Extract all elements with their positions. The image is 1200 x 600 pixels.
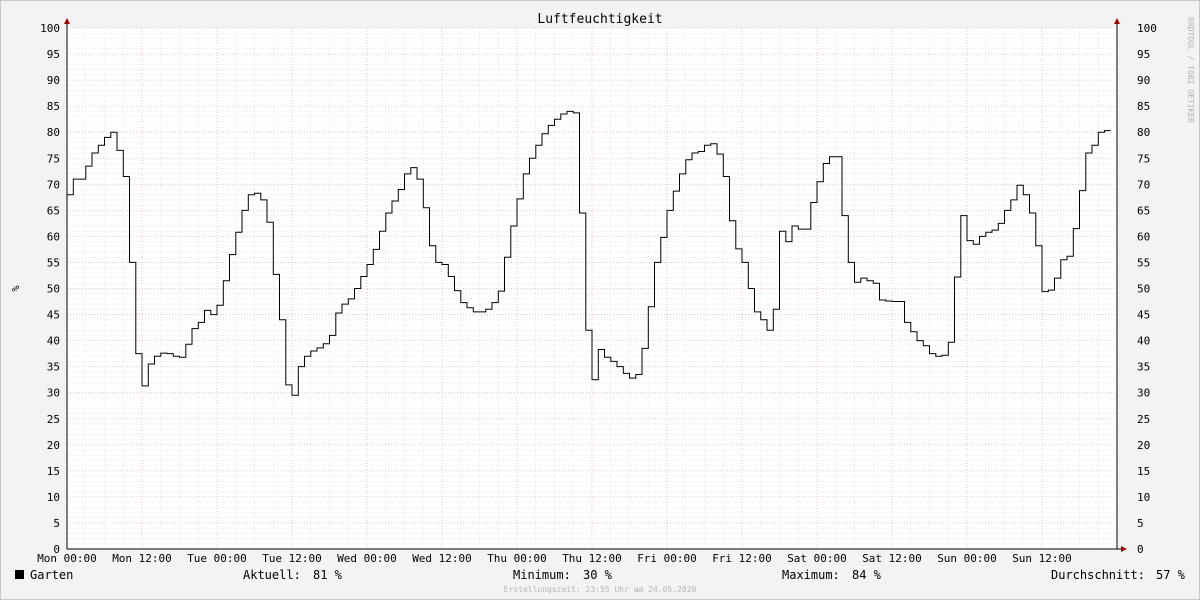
y-tick-label-right: 60 <box>1137 230 1150 243</box>
y-tick-label-left: 75 <box>47 152 60 165</box>
y-tick-label-right: 45 <box>1137 309 1150 322</box>
y-tick-label-left: 55 <box>47 256 60 269</box>
x-tick-label: Tue 12:00 <box>262 552 322 565</box>
y-tick-label-left: 45 <box>47 309 60 322</box>
y-tick-label-left: 40 <box>47 335 60 348</box>
x-axis-arrow <box>1121 546 1127 552</box>
y-tick-label-right: 80 <box>1137 126 1150 139</box>
y-tick-label-right: 75 <box>1137 152 1150 165</box>
x-tick-label: Mon 00:00 <box>37 552 97 565</box>
y-tick-label-right: 55 <box>1137 256 1150 269</box>
chart-title: Luftfeuchtigkeit <box>537 12 662 27</box>
y-axis-label: % <box>9 285 20 291</box>
y-tick-label-right: 15 <box>1137 465 1150 478</box>
y-tick-label-right: 70 <box>1137 178 1150 191</box>
x-tick-label: Sun 00:00 <box>937 552 997 565</box>
y-tick-label-left: 95 <box>47 48 60 61</box>
x-tick-label: Fri 00:00 <box>637 552 697 565</box>
legend-swatch <box>15 570 24 579</box>
x-tick-label: Thu 00:00 <box>487 552 547 565</box>
y-axis-arrow-left <box>64 18 70 24</box>
y-tick-label-left: 15 <box>47 465 60 478</box>
y-tick-label-left: 25 <box>47 413 60 426</box>
y-tick-label-left: 10 <box>47 491 60 504</box>
x-tick-label: Sat 00:00 <box>787 552 847 565</box>
y-tick-label-left: 60 <box>47 230 60 243</box>
y-tick-label-right: 90 <box>1137 74 1150 87</box>
x-tick-label: Tue 00:00 <box>187 552 247 565</box>
x-tick-label: Wed 00:00 <box>337 552 397 565</box>
x-tick-label: Sat 12:00 <box>862 552 922 565</box>
y-axis-arrow-right <box>1114 18 1120 24</box>
y-tick-label-right: 95 <box>1137 48 1150 61</box>
humidity-chart: 0 05 510 1015 1520 2025 2530 3035 3540 4045 4550 50… <box>9 12 1195 565</box>
y-tick-label-right: 40 <box>1137 335 1150 348</box>
legend-avg-value: 57 % <box>1156 568 1185 582</box>
legend-max-value: 84 % <box>852 568 881 582</box>
y-tick-label-left: 100 <box>40 22 60 35</box>
y-tick-label-left: 90 <box>47 74 60 87</box>
y-tick-label-left: 70 <box>47 178 60 191</box>
legend-max-label: Maximum: <box>782 568 840 582</box>
y-tick-label-right: 30 <box>1137 387 1150 400</box>
creation-time-footer: Erstellungszeit: 23:55 Uhr am 24.05.2020 <box>503 585 697 594</box>
x-tick-label: Mon 12:00 <box>112 552 172 565</box>
legend-series-name: Garten <box>30 568 74 582</box>
y-tick-label-left: 30 <box>47 387 60 400</box>
y-tick-label-left: 85 <box>47 100 60 113</box>
y-tick-label-left: 65 <box>47 204 60 217</box>
y-tick-label-left: 35 <box>47 361 60 374</box>
x-tick-label: Thu 12:00 <box>562 552 622 565</box>
legend-current-value: 81 % <box>313 568 342 582</box>
y-tick-label-right: 65 <box>1137 204 1150 217</box>
y-tick-label-left: 50 <box>47 283 60 296</box>
y-tick-label-right: 10 <box>1137 491 1150 504</box>
y-tick-label-right: 85 <box>1137 100 1150 113</box>
legend-current-label: Aktuell: <box>243 568 301 582</box>
legend-min-label: Minimum: <box>513 568 571 582</box>
x-tick-label: Wed 12:00 <box>412 552 472 565</box>
rrdtool-watermark: RRDTOOL / TOBI OETIKER <box>1186 17 1195 123</box>
y-tick-label-left: 20 <box>47 439 60 452</box>
legend-avg-label: Durchschnitt: <box>1051 568 1145 582</box>
y-tick-label-left: 80 <box>47 126 60 139</box>
y-tick-label-right: 100 <box>1137 22 1157 35</box>
y-tick-label-right: 35 <box>1137 361 1150 374</box>
y-tick-label-right: 25 <box>1137 413 1150 426</box>
y-tick-label-right: 5 <box>1137 517 1144 530</box>
y-tick-label-left: 5 <box>53 517 60 530</box>
y-tick-label-right: 20 <box>1137 439 1150 452</box>
x-tick-label: Sun 12:00 <box>1012 552 1072 565</box>
legend-min-value: 30 % <box>583 568 612 582</box>
x-tick-label: Fri 12:00 <box>712 552 772 565</box>
y-tick-label-right: 50 <box>1137 283 1150 296</box>
y-tick-label-right: 0 <box>1137 543 1144 556</box>
